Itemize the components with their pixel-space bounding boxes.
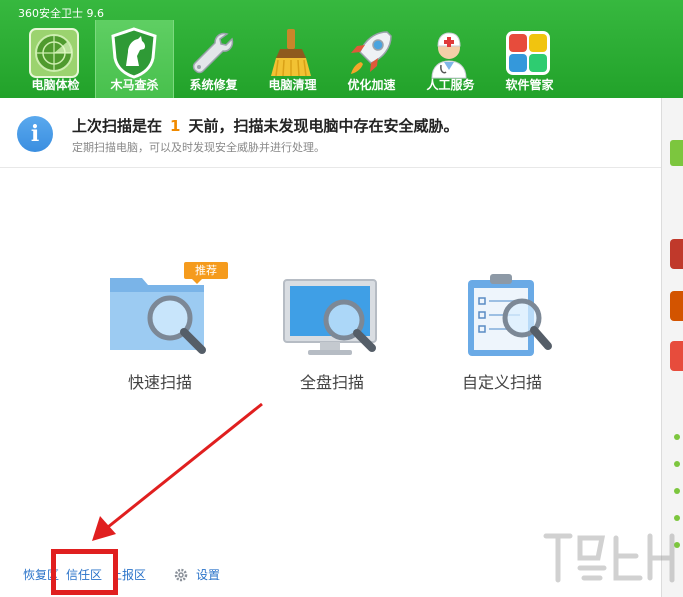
watermark-logo-icon: [543, 533, 675, 583]
tab-trojan-scan[interactable]: 木马查杀: [95, 20, 174, 98]
folder-magnifier-icon: [110, 278, 206, 354]
scan-status-banner: i 上次扫描是在 1 天前，扫描未发现电脑中存在安全威胁。 定期扫描电脑，可以及时发…: [0, 98, 661, 168]
doctor-icon: [431, 32, 467, 79]
side-app-icon[interactable]: [670, 239, 683, 269]
bullet-icon: [674, 515, 680, 521]
scan-label: 快速扫描: [127, 373, 192, 392]
side-app-icon[interactable]: [670, 291, 683, 321]
wrench-icon: [192, 32, 234, 74]
gear-icon[interactable]: [174, 568, 188, 582]
scan-label: 自定义扫描: [461, 373, 542, 392]
highlight-box: [51, 549, 118, 595]
tab-system-repair[interactable]: 系统修复: [174, 20, 253, 98]
days-count: 1: [170, 117, 181, 135]
tab-label: 优化加速: [347, 78, 396, 92]
tab-software-manager[interactable]: 软件管家: [490, 20, 569, 98]
radar-icon: [29, 28, 79, 78]
side-panel-button[interactable]: [670, 140, 683, 166]
tab-label: 电脑清理: [268, 78, 317, 92]
broom-icon: [271, 29, 311, 77]
scan-status-text: 上次扫描是在 1 天前，扫描未发现电脑中存在安全威胁。: [72, 115, 458, 136]
tab-pc-cleanup[interactable]: 电脑清理: [253, 20, 332, 98]
side-panel: [661, 98, 683, 597]
full-scan-button[interactable]: 全盘扫描: [262, 252, 402, 402]
app-grid-icon: [506, 31, 550, 75]
scan-label: 全盘扫描: [299, 373, 364, 392]
horse-shield-icon: [111, 27, 157, 79]
tab-label: 电脑体检: [31, 78, 80, 92]
main-toolbar: 电脑体检 木马查杀 系统修复 电脑清理 优化加速 人工服务 软件管家: [16, 20, 569, 98]
clipboard-magnifier-icon: [468, 274, 552, 356]
tab-label: 人工服务: [426, 78, 475, 92]
tab-optimize[interactable]: 优化加速: [332, 20, 411, 98]
settings-link[interactable]: 设置: [196, 566, 220, 583]
quick-scan-button[interactable]: 快速扫描: [90, 252, 230, 402]
monitor-magnifier-icon: [283, 279, 377, 355]
tab-label: 系统修复: [189, 78, 238, 92]
info-icon: i: [17, 116, 53, 152]
rocket-icon: [351, 31, 392, 74]
side-app-icon[interactable]: [670, 341, 683, 371]
custom-scan-button[interactable]: 自定义扫描: [432, 252, 572, 402]
tab-label: 木马查杀: [110, 78, 159, 92]
bullet-icon: [674, 488, 680, 494]
header-bar: 360安全卫士 9.6 电脑体检 木马查杀 系统修复 电脑清理 优化加速 人工服…: [0, 0, 683, 98]
tab-human-service[interactable]: 人工服务: [411, 20, 490, 98]
status-text-after: 天前，扫描未发现电脑中存在安全威胁。: [188, 117, 459, 135]
status-text-before: 上次扫描是在: [72, 117, 163, 135]
app-title: 360安全卫士 9.6: [18, 7, 104, 20]
tab-label: 软件管家: [505, 78, 554, 92]
bullet-icon: [674, 461, 680, 467]
bullet-icon: [674, 434, 680, 440]
scan-status-subtext: 定期扫描电脑，可以及时发现安全威胁并进行处理。: [72, 141, 325, 154]
tab-pc-checkup[interactable]: 电脑体检: [16, 20, 95, 98]
